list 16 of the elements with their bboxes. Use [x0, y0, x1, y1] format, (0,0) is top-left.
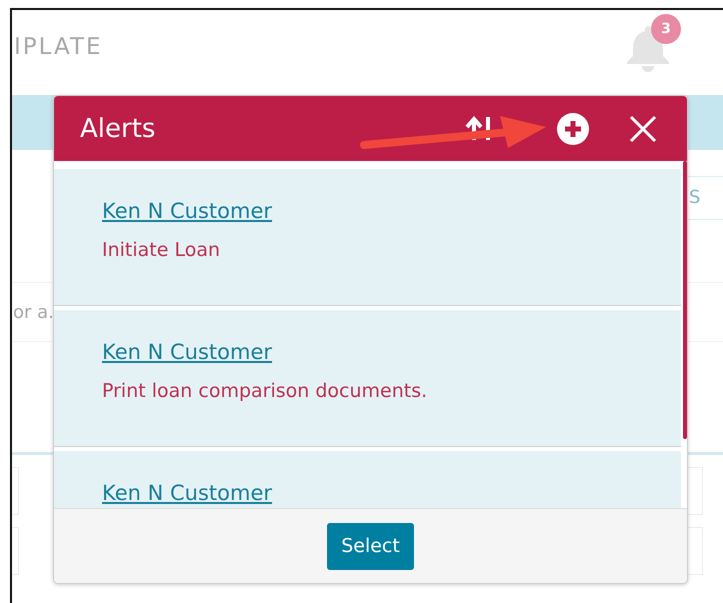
customer-link[interactable]: Ken N Customer	[102, 199, 272, 223]
alert-message: Print loan comparison documents.	[102, 380, 428, 402]
alert-item[interactable]: Ken N Customer Print loan comparison documents.	[54, 310, 681, 447]
alert-message: Initiate Loan	[102, 239, 220, 261]
customer-link[interactable]: Ken N Customer	[102, 340, 272, 364]
scrollbar-thumb[interactable]	[683, 161, 687, 439]
select-button[interactable]: Select	[327, 522, 414, 570]
dialog-title: Alerts	[80, 114, 156, 144]
row-text: or a.	[13, 302, 54, 322]
notification-badge: 3	[651, 14, 681, 44]
alert-item[interactable]: Ken N Customer Initiate Loan	[54, 169, 681, 306]
close-icon[interactable]	[629, 114, 657, 142]
add-icon[interactable]	[557, 112, 589, 144]
customer-link[interactable]: Ken N Customer	[102, 481, 272, 505]
page-title: IPLATE	[14, 34, 103, 60]
alert-item[interactable]: Ken N Customer	[54, 451, 681, 508]
